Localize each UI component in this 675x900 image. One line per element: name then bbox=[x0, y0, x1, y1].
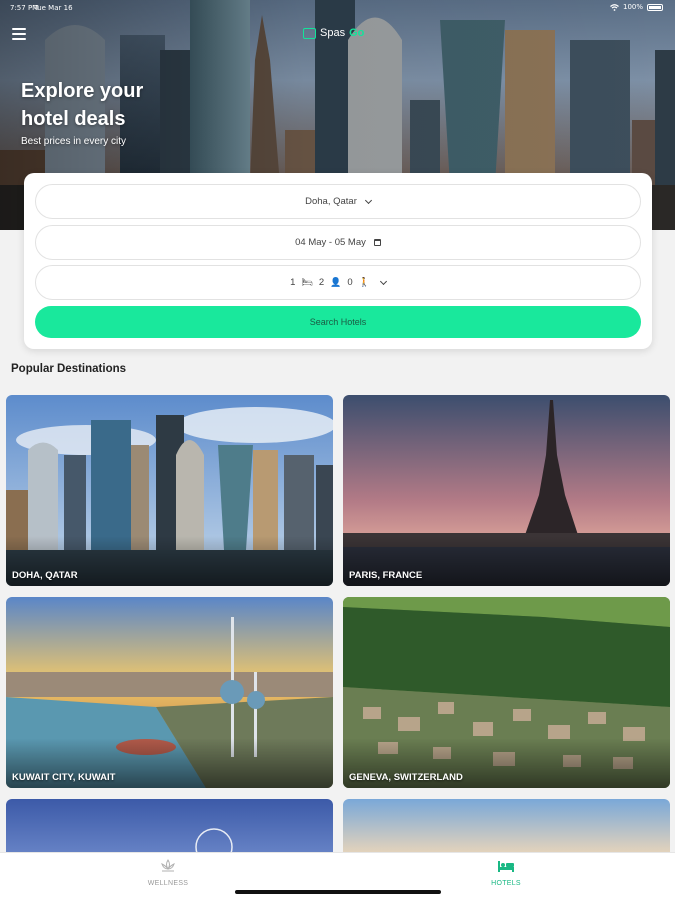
status-indicators: 100% bbox=[610, 3, 663, 11]
tab-hotels[interactable]: HOTELS bbox=[466, 859, 546, 887]
logo-text: Spas bbox=[320, 27, 346, 39]
search-hotels-button[interactable]: Search Hotels bbox=[35, 306, 641, 338]
destination-image bbox=[343, 799, 670, 859]
destination-card-doha[interactable]: DOHA, QATAR bbox=[6, 395, 333, 586]
app-logo: Spas Go bbox=[303, 27, 364, 39]
tab-wellness[interactable]: WELLNESS bbox=[128, 859, 208, 887]
logo-accent-text: Go bbox=[349, 27, 365, 39]
destination-card-kuwait[interactable]: KUWAIT CITY, KUWAIT bbox=[6, 597, 333, 788]
date-range-value: 04 May - 05 May bbox=[295, 237, 366, 248]
status-bar: 7:57 PM Tue Mar 16 100% bbox=[0, 0, 675, 16]
hotel-search-card: Doha, Qatar 04 May - 05 May 1 🛏 2 👤 0 🚶 … bbox=[24, 173, 652, 349]
hero-title: Explore your hotel deals bbox=[21, 80, 144, 130]
destination-card-partial[interactable] bbox=[6, 799, 333, 859]
chevron-down-icon bbox=[364, 196, 372, 204]
destination-label: PARIS, FRANCE bbox=[349, 570, 423, 581]
tab-wellness-label: WELLNESS bbox=[147, 880, 189, 887]
rooms-count: 1 bbox=[290, 277, 296, 288]
adult-icon: 👤 bbox=[330, 277, 342, 287]
chevron-down-icon bbox=[379, 277, 387, 285]
bed-icon: 🛏 bbox=[301, 277, 313, 287]
guests-select[interactable]: 1 🛏 2 👤 0 🚶 bbox=[35, 265, 641, 300]
destination-label: DOHA, QATAR bbox=[12, 570, 78, 581]
hero-subtitle: Best prices in every city bbox=[21, 136, 127, 147]
destination-card-geneva[interactable]: GENEVA, SWITZERLAND bbox=[343, 597, 670, 788]
destination-card-partial[interactable] bbox=[343, 799, 670, 859]
hotel-bed-icon bbox=[498, 861, 514, 872]
date-range-picker[interactable]: 04 May - 05 May bbox=[35, 225, 641, 260]
destination-label: KUWAIT CITY, KUWAIT bbox=[12, 772, 116, 783]
spa-icon bbox=[161, 859, 175, 872]
destination-card-paris[interactable]: PARIS, FRANCE bbox=[343, 395, 670, 586]
calendar-icon bbox=[373, 239, 381, 246]
battery-percent: 100% bbox=[622, 3, 643, 11]
destination-label: GENEVA, SWITZERLAND bbox=[349, 772, 463, 783]
app-screen: 7:57 PM Tue Mar 16 100% Spas Go Explore y… bbox=[0, 0, 675, 900]
destination-value: Doha, Qatar bbox=[305, 196, 357, 207]
hamburger-menu-icon[interactable] bbox=[12, 28, 26, 40]
destination-select[interactable]: Doha, Qatar bbox=[35, 184, 641, 219]
popular-destinations-title: Popular Destinations bbox=[11, 363, 127, 375]
logo-icon bbox=[303, 27, 316, 39]
wifi-icon bbox=[610, 3, 619, 11]
tab-hotels-label: HOTELS bbox=[491, 880, 521, 887]
battery-icon bbox=[647, 3, 663, 11]
status-date: Tue Mar 16 bbox=[34, 4, 73, 12]
destination-image bbox=[6, 799, 333, 859]
adults-count: 2 bbox=[318, 277, 325, 288]
child-icon: 🚶 bbox=[358, 277, 370, 287]
children-count: 0 bbox=[347, 277, 353, 288]
home-indicator bbox=[235, 890, 441, 894]
